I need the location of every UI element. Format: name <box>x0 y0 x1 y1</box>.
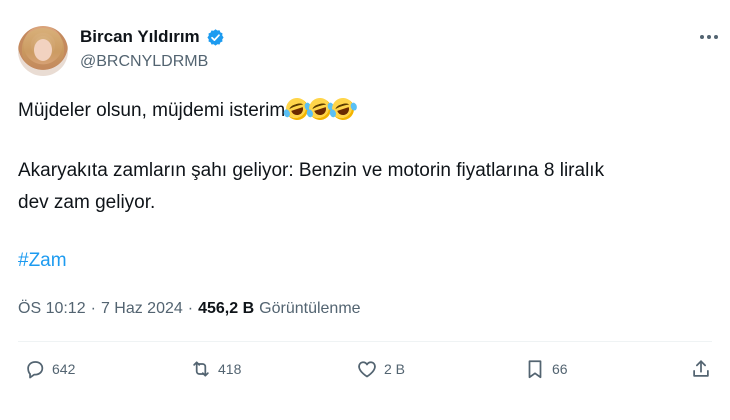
tweet-text-line-1: Müjdeler olsun, müjdemi isterim <box>18 95 359 123</box>
views-count: 456,2 B <box>198 300 255 317</box>
tweet-text-line-3: dev zam geliyor. <box>18 192 156 213</box>
bookmark-icon <box>528 360 542 379</box>
reply-count: 642 <box>52 361 76 377</box>
heart-icon <box>358 361 376 378</box>
tweet-date[interactable]: 7 Haz 2024 <box>101 300 183 318</box>
bookmark-button[interactable]: 66 <box>524 358 568 380</box>
tweet-time[interactable]: ÖS 10:12 <box>18 300 86 318</box>
reply-icon <box>27 361 44 379</box>
reply-button[interactable]: 642 <box>24 358 75 380</box>
tweet-meta: ÖS 10:12 · 7 Haz 2024 · 456,2 B Görüntül… <box>18 300 361 318</box>
like-count: 2 B <box>384 361 406 377</box>
bookmark-count: 66 <box>552 361 568 377</box>
meta-separator-2: · <box>187 300 194 317</box>
author-display-name[interactable]: Bircan Yıldırım <box>80 27 200 47</box>
tweet-text-line-2: Akaryakıta zamların şahı geliyor: Benzin… <box>18 160 605 181</box>
tweet-text-1: Müjdeler olsun, müjdemi isterim <box>18 100 286 121</box>
avatar-face <box>34 39 52 61</box>
tweet-card: Bircan Yıldırım @BRCNYLDRMB Müjdeler ols… <box>0 0 730 420</box>
action-bar: 642 418 2 B 66 <box>0 358 730 388</box>
meta-separator-1: · <box>90 300 96 317</box>
views-label: Görüntülenme <box>259 300 361 317</box>
author-name-row: Bircan Yıldırım <box>80 27 225 47</box>
repost-icon <box>193 361 209 377</box>
more-options-icon[interactable] <box>694 27 724 47</box>
author-handle[interactable]: @BRCNYLDRMB <box>80 53 208 71</box>
repost-button[interactable]: 418 <box>190 358 241 380</box>
like-button[interactable]: 2 B <box>356 358 405 380</box>
repost-count: 418 <box>218 361 242 377</box>
rolling-on-floor-laughing-emoji-3 <box>328 95 359 123</box>
avatar[interactable] <box>18 26 68 76</box>
verified-badge-icon <box>207 28 224 46</box>
share-icon <box>693 360 709 377</box>
share-button[interactable] <box>690 358 712 380</box>
divider <box>18 341 712 342</box>
hashtag-link[interactable]: #Zam <box>18 250 67 272</box>
